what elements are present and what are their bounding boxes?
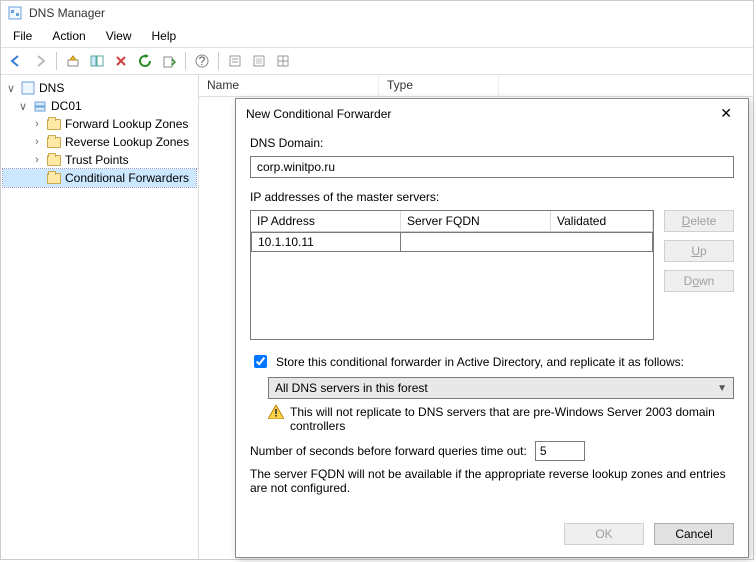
grid-cell-empty[interactable] xyxy=(401,232,653,252)
expand-icon[interactable]: › xyxy=(31,136,43,148)
new-conditional-forwarder-dialog: New Conditional Forwarder ✕ DNS Domain: … xyxy=(235,98,749,558)
folder-icon xyxy=(47,119,61,130)
toolbar-separator xyxy=(218,52,219,70)
grid-col-ip[interactable]: IP Address xyxy=(251,211,401,231)
tree-label: Trust Points xyxy=(65,153,129,167)
dialog-title: New Conditional Forwarder xyxy=(246,107,391,121)
help-button[interactable]: ? xyxy=(191,50,213,72)
list-header: Name Type xyxy=(199,75,753,97)
filter-2-button[interactable] xyxy=(248,50,270,72)
export-button[interactable] xyxy=(158,50,180,72)
tree-label: DNS xyxy=(39,81,64,95)
window-title: DNS Manager xyxy=(29,6,105,20)
move-up-button: Up xyxy=(664,240,734,262)
tree-cf[interactable]: Conditional Forwarders xyxy=(3,169,196,187)
menu-help[interactable]: Help xyxy=(144,27,185,45)
grid-row[interactable]: 10.1.10.11 xyxy=(251,232,653,252)
expand-icon[interactable]: › xyxy=(31,118,43,130)
menu-action[interactable]: Action xyxy=(44,27,93,45)
masters-label: IP addresses of the master servers: xyxy=(250,190,734,204)
back-button[interactable] xyxy=(5,50,27,72)
warning-text: This will not replicate to DNS servers t… xyxy=(290,405,734,433)
combo-value: All DNS servers in this forest xyxy=(275,381,428,395)
show-hide-tree-button[interactable] xyxy=(86,50,108,72)
dns-domain-input[interactable] xyxy=(250,156,734,178)
tree-label: Forward Lookup Zones xyxy=(65,117,188,131)
ip-cell[interactable]: 10.1.10.11 xyxy=(251,232,401,252)
filter-3-button[interactable] xyxy=(272,50,294,72)
menu-file[interactable]: File xyxy=(5,27,40,45)
toolbar-separator xyxy=(185,52,186,70)
fqdn-note: The server FQDN will not be available if… xyxy=(250,467,734,495)
server-icon xyxy=(33,99,47,113)
expand-icon[interactable]: ∨ xyxy=(5,82,17,95)
store-in-ad-checkbox[interactable] xyxy=(254,355,267,368)
expand-icon xyxy=(31,172,43,184)
warning-icon xyxy=(268,405,284,419)
col-name[interactable]: Name xyxy=(199,75,379,96)
store-in-ad-label: Store this conditional forwarder in Acti… xyxy=(276,355,684,369)
dialog-titlebar: New Conditional Forwarder ✕ xyxy=(236,99,748,128)
dns-icon xyxy=(21,81,35,95)
titlebar: DNS Manager xyxy=(1,1,753,25)
app-icon xyxy=(7,5,23,21)
folder-icon xyxy=(47,155,61,166)
masters-grid[interactable]: IP Address Server FQDN Validated 10.1.10… xyxy=(250,210,654,340)
menubar: File Action View Help xyxy=(1,25,753,47)
menu-view[interactable]: View xyxy=(98,27,140,45)
timeout-label: Number of seconds before forward queries… xyxy=(250,444,527,458)
grid-header: IP Address Server FQDN Validated xyxy=(251,211,653,232)
tree-label: DC01 xyxy=(51,99,82,113)
timeout-input[interactable] xyxy=(535,441,585,461)
move-down-button: Down xyxy=(664,270,734,292)
toolbar: ? xyxy=(1,47,753,75)
chevron-down-icon: ▼ xyxy=(717,383,727,394)
ok-button: OK xyxy=(564,523,644,545)
folder-icon xyxy=(47,137,61,148)
grid-col-fqdn[interactable]: Server FQDN xyxy=(401,211,551,231)
tree-server[interactable]: ∨ DC01 xyxy=(3,97,196,115)
tree-flz[interactable]: › Forward Lookup Zones xyxy=(3,115,196,133)
cancel-button[interactable]: Cancel xyxy=(654,523,734,545)
delete-master-button: Delete xyxy=(664,210,734,232)
toolbar-separator xyxy=(56,52,57,70)
expand-icon[interactable]: › xyxy=(31,154,43,166)
dns-domain-label: DNS Domain: xyxy=(250,136,734,150)
delete-button[interactable] xyxy=(110,50,132,72)
forward-button[interactable] xyxy=(29,50,51,72)
tree-tp[interactable]: › Trust Points xyxy=(3,151,196,169)
expand-icon[interactable]: ∨ xyxy=(17,100,29,113)
svg-text:?: ? xyxy=(199,54,206,68)
replication-scope-combo[interactable]: All DNS servers in this forest ▼ xyxy=(268,377,734,399)
tree-label: Reverse Lookup Zones xyxy=(65,135,189,149)
tree-label: Conditional Forwarders xyxy=(65,171,189,185)
col-type[interactable]: Type xyxy=(379,75,499,96)
filter-1-button[interactable] xyxy=(224,50,246,72)
grid-col-validated[interactable]: Validated xyxy=(551,211,653,231)
store-in-ad-row[interactable]: Store this conditional forwarder in Acti… xyxy=(250,352,734,371)
refresh-button[interactable] xyxy=(134,50,156,72)
folder-icon xyxy=(47,173,61,184)
up-button[interactable] xyxy=(62,50,84,72)
close-icon[interactable]: ✕ xyxy=(714,105,738,122)
tree-root-dns[interactable]: ∨ DNS xyxy=(3,79,196,97)
tree-pane[interactable]: ∨ DNS ∨ DC01 › Forward Lookup Zones › Re… xyxy=(1,75,199,559)
tree-rlz[interactable]: › Reverse Lookup Zones xyxy=(3,133,196,151)
